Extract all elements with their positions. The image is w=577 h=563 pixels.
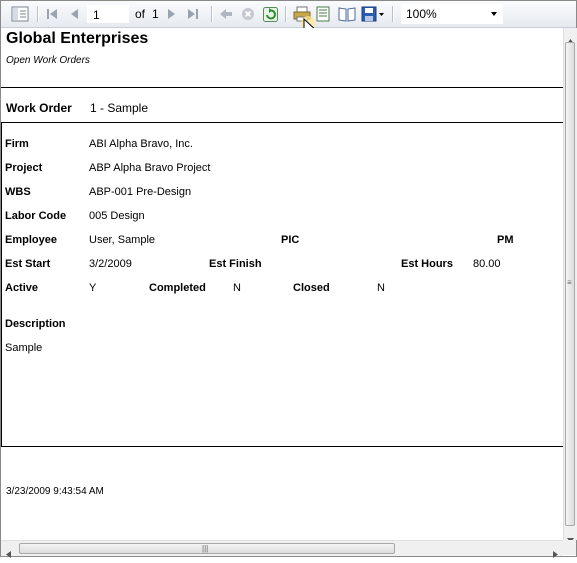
pm-label: PM [497,234,514,246]
divider [1,87,563,88]
completed-label: Completed [149,282,206,294]
active-value: Y [89,282,97,294]
toolbar-separator [211,6,213,22]
est-hours-label: Est Hours [401,258,453,270]
vertical-scrollbar[interactable]: ≡ [563,28,577,543]
export-save-icon[interactable] [361,5,385,23]
page-setup-icon[interactable] [338,5,356,23]
work-order-label: Work Order [6,101,72,115]
horizontal-scroll-thumb[interactable]: ||| [19,543,395,554]
back-icon[interactable] [219,5,233,23]
active-label: Active [5,282,39,294]
toolbar-separator [392,6,394,22]
closed-value: N [377,282,385,294]
previous-page-icon[interactable] [69,5,79,23]
work-order-details [1,122,563,447]
completed-value: N [233,282,241,294]
company-title: Global Enterprises [6,30,149,47]
description-value: Sample [5,342,43,354]
pic-label: PIC [281,234,300,246]
labor-code-label: Labor Code [5,210,67,222]
grip-icon: ≡ [567,278,572,287]
report-toolbar: 1 of 1 100% [1,1,576,43]
horizontal-scrollbar[interactable]: ||| [1,540,563,558]
firm-label: Firm [5,138,29,150]
report-page: Global Enterprises Open Work Orders Work… [1,28,563,538]
report-timestamp: 3/23/2009 9:43:54 AM [6,486,104,497]
total-pages: 1 [152,7,159,21]
stop-icon[interactable] [241,5,255,23]
est-hours-value: 80.00 [473,258,501,270]
firm-value: ABI Alpha Bravo, Inc. [89,138,193,150]
wbs-label: WBS [5,186,31,198]
next-page-icon[interactable] [167,5,177,23]
project-label: Project [5,162,43,174]
vertical-scroll-thumb[interactable]: ≡ [565,42,575,526]
project-value: ABP Alpha Bravo Project [89,162,211,174]
zoom-value: 100% [406,7,437,21]
refresh-icon[interactable] [263,5,278,23]
description-label: Description [5,318,66,330]
toolbar-separator [285,6,287,22]
toolbar-separator [37,6,39,22]
current-page-input[interactable]: 1 [87,5,129,23]
last-page-icon[interactable] [187,5,199,23]
labor-code-value: 005 Design [89,210,145,222]
scrollbar-corner [563,540,576,555]
document-map-icon[interactable] [11,5,29,23]
work-order-value: 1 - Sample [90,101,149,115]
chevron-down-icon [491,12,497,16]
closed-label: Closed [293,282,330,294]
first-page-icon[interactable] [46,5,58,23]
report-subtitle: Open Work Orders [6,55,90,66]
est-start-label: Est Start [5,258,51,270]
of-label: of [135,7,146,21]
employee-value: User, Sample [89,234,156,246]
est-start-value: 3/2/2009 [89,258,132,270]
est-finish-label: Est Finish [209,258,262,270]
scroll-left-icon[interactable] [6,545,11,563]
scroll-right-icon[interactable] [553,545,558,563]
employee-label: Employee [5,234,57,246]
zoom-select[interactable]: 100% [401,4,503,24]
grip-icon: ||| [202,544,209,553]
wbs-value: ABP-001 Pre-Design [89,186,192,198]
